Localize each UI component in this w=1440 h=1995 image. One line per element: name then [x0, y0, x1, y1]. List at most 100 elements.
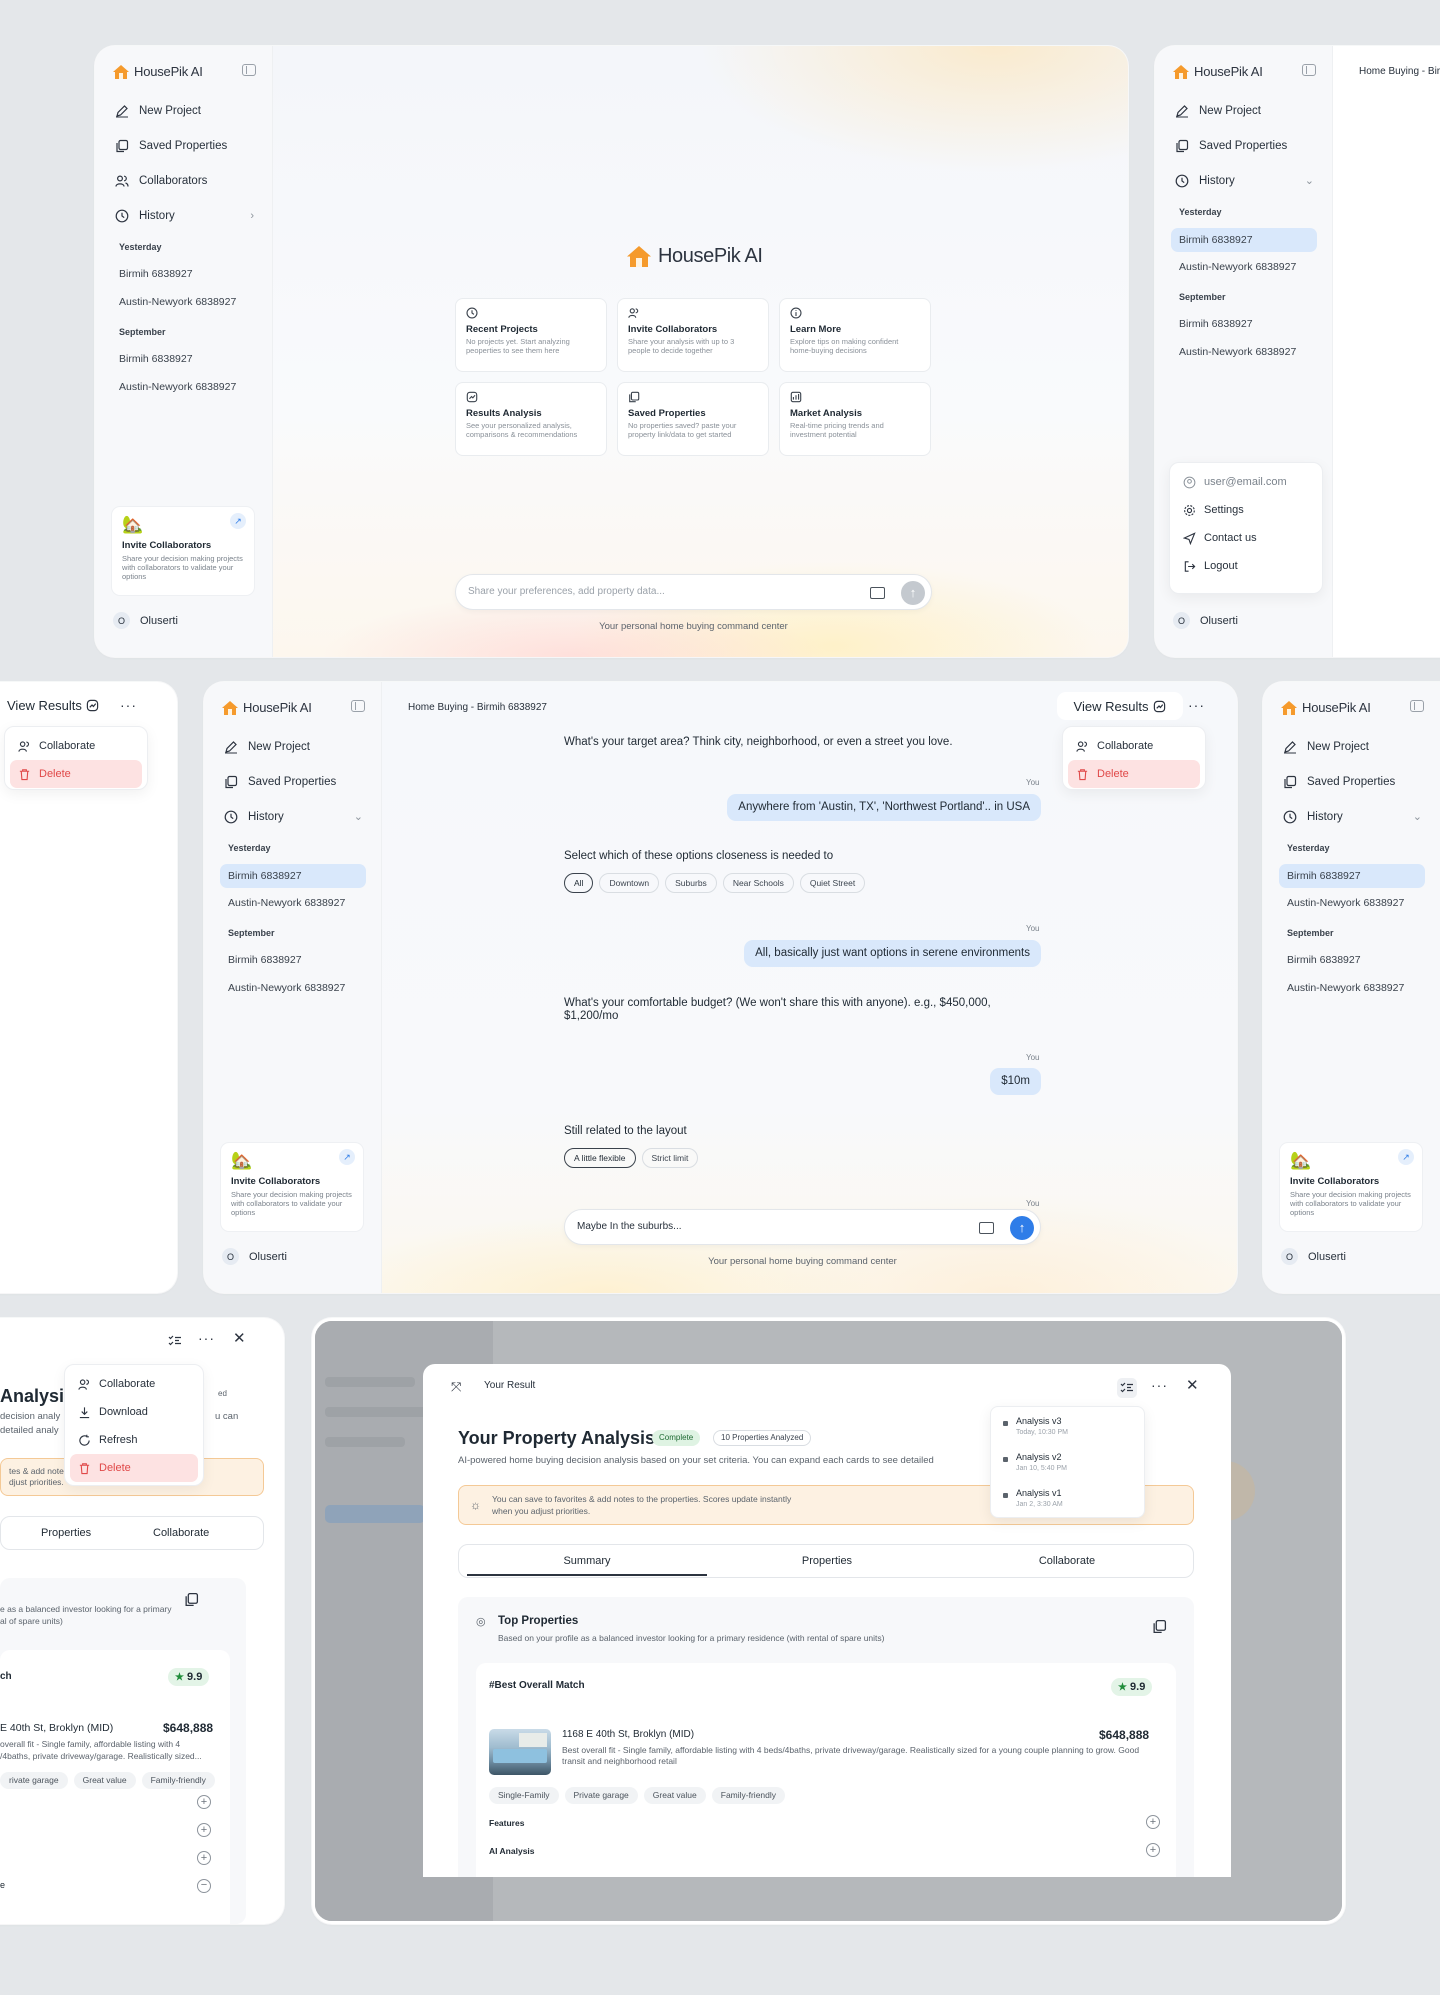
tab-properties[interactable]: Properties — [707, 1555, 947, 1567]
tab-collaborate[interactable]: Collaborate — [153, 1527, 209, 1539]
brand[interactable]: HousePik AI — [113, 64, 203, 79]
results-analysis-card[interactable]: Results Analysis See your personalized an… — [455, 382, 607, 456]
refresh-menu-item[interactable]: Refresh — [70, 1426, 198, 1454]
saved-properties-button[interactable]: Saved Properties — [1175, 139, 1287, 153]
history-toggle[interactable]: History — [1175, 174, 1235, 188]
history-toggle[interactable]: History — [224, 810, 284, 824]
settings-menu-item[interactable]: Settings — [1175, 496, 1317, 524]
new-project-button[interactable]: New Project — [224, 740, 310, 754]
invite-collaborators-card[interactable]: 🏡 ↗ Invite Collaborators Share your deci… — [220, 1142, 364, 1232]
invite-collaborators-card[interactable]: 🏡 ↗ Invite Collaborators Share your deci… — [111, 506, 255, 596]
collapse-icon[interactable]: − — [197, 1879, 211, 1893]
tab-properties[interactable]: Properties — [41, 1527, 91, 1539]
history-item[interactable]: Austin-Newyork 6838927 — [119, 296, 236, 308]
history-item-active[interactable]: Birmih 6838927 — [1279, 864, 1425, 888]
brand[interactable]: HousePik AI — [1281, 700, 1371, 715]
collaborate-menu-item[interactable]: Collaborate — [70, 1370, 198, 1398]
arrow-up-right-icon[interactable]: ↗ — [339, 1149, 355, 1165]
expand-icon[interactable]: + — [197, 1823, 211, 1837]
more-options-icon[interactable]: ··· — [120, 697, 137, 713]
chevron-down-icon[interactable]: ⌄ — [1305, 174, 1314, 187]
history-item[interactable]: Birmih 6838927 — [228, 954, 302, 966]
user-profile[interactable]: O Oluserti — [113, 612, 178, 629]
brand[interactable]: HousePik AI — [1173, 64, 1263, 79]
history-item[interactable]: Birmih 6838927 — [119, 353, 193, 365]
history-item[interactable]: Austin-Newyork 6838927 — [228, 982, 345, 994]
collapse-arrows-icon[interactable]: ⤧ — [451, 1379, 461, 1395]
option-chip[interactable]: Near Schools — [722, 873, 794, 893]
history-item-active[interactable]: Birmih 6838927 — [220, 864, 366, 888]
logout-menu-item[interactable]: Logout — [1175, 552, 1317, 580]
new-project-button[interactable]: New Project — [115, 104, 201, 118]
history-item[interactable]: Birmih 6838927 — [1287, 954, 1361, 966]
history-item[interactable]: Austin-Newyork 6838927 — [228, 897, 345, 909]
option-chip[interactable]: Strict limit — [641, 1148, 699, 1168]
history-item[interactable]: Austin-Newyork 6838927 — [1287, 897, 1404, 909]
option-chip[interactable]: Suburbs — [665, 873, 717, 893]
option-chip[interactable]: A little flexible — [564, 1148, 636, 1168]
image-upload-icon[interactable] — [979, 1222, 994, 1234]
copy-icon[interactable] — [184, 1592, 199, 1607]
invite-collaborators-card[interactable]: Invite Collaborators Share your analysis … — [617, 298, 769, 372]
collapse-sidebar-icon[interactable] — [242, 64, 256, 76]
option-chip[interactable]: All — [564, 873, 594, 893]
history-toggle[interactable]: History — [115, 209, 175, 223]
option-chip[interactable]: Downtown — [599, 873, 660, 893]
version-item[interactable]: Analysis v3 Today, 10:30 PM — [1003, 1413, 1132, 1449]
collapse-sidebar-icon[interactable] — [1410, 700, 1424, 712]
view-results-button[interactable]: View Results — [1057, 692, 1183, 720]
learn-more-card[interactable]: Learn More Explore tips on making confide… — [779, 298, 931, 372]
collaborate-menu-item[interactable]: Collaborate — [1068, 732, 1200, 760]
more-options-icon[interactable]: ··· — [198, 1330, 215, 1346]
version-item[interactable]: Analysis v2 Jan 10, 5:40 PM — [1003, 1449, 1132, 1485]
history-item[interactable]: Birmih 6838927 — [119, 268, 193, 280]
send-button[interactable]: ↑ — [1010, 1216, 1034, 1240]
expand-icon[interactable]: + — [197, 1795, 211, 1809]
close-icon[interactable]: ✕ — [1186, 1376, 1199, 1394]
history-toggle[interactable]: History — [1283, 810, 1343, 824]
saved-properties-button[interactable]: Saved Properties — [224, 775, 336, 789]
collapse-sidebar-icon[interactable] — [1302, 64, 1316, 76]
view-results-button[interactable]: View Results — [7, 698, 99, 713]
contact-menu-item[interactable]: Contact us — [1175, 524, 1317, 552]
chevron-right-icon[interactable]: › — [250, 210, 254, 222]
chat-input[interactable]: Maybe In the suburbs... ↑ — [564, 1209, 1041, 1245]
delete-menu-item[interactable]: Delete — [70, 1454, 198, 1482]
more-options-icon[interactable]: ··· — [1151, 1377, 1168, 1393]
tab-summary[interactable]: Summary — [467, 1555, 707, 1567]
collaborators-button[interactable]: Collaborators — [115, 174, 207, 188]
market-analysis-card[interactable]: Market Analysis Real-time pricing trends … — [779, 382, 931, 456]
recent-projects-card[interactable]: Recent Projects No projects yet. Start an… — [455, 298, 607, 372]
arrow-up-right-icon[interactable]: ↗ — [230, 513, 246, 529]
property-photo[interactable] — [489, 1729, 551, 1775]
chevron-down-icon[interactable]: ⌄ — [1413, 810, 1422, 823]
download-menu-item[interactable]: Download — [70, 1398, 198, 1426]
expand-icon[interactable]: + — [197, 1851, 211, 1865]
history-item[interactable]: Birmih 6838927 — [1179, 318, 1253, 330]
more-options-icon[interactable]: ··· — [1188, 697, 1205, 713]
expand-icon[interactable]: + — [1146, 1815, 1160, 1829]
collaborate-menu-item[interactable]: Collaborate — [10, 732, 142, 760]
user-profile[interactable]: O Oluserti — [1173, 612, 1238, 629]
collapse-sidebar-icon[interactable] — [351, 700, 365, 712]
user-profile[interactable]: O Oluserti — [222, 1248, 287, 1265]
user-profile[interactable]: O Oluserti — [1281, 1248, 1346, 1265]
chevron-down-icon[interactable]: ⌄ — [354, 810, 363, 823]
history-item[interactable]: Austin-Newyork 6838927 — [119, 381, 236, 393]
arrow-up-right-icon[interactable]: ↗ — [1398, 1149, 1414, 1165]
expand-icon[interactable]: + — [1146, 1843, 1160, 1857]
saved-properties-button[interactable]: Saved Properties — [115, 139, 227, 153]
versions-icon[interactable] — [168, 1335, 182, 1347]
option-chip[interactable]: Quiet Street — [799, 873, 866, 893]
brand[interactable]: HousePik AI — [222, 700, 312, 715]
saved-properties-button[interactable]: Saved Properties — [1283, 775, 1395, 789]
prompt-input[interactable]: Share your preferences, add property dat… — [455, 574, 932, 610]
new-project-button[interactable]: New Project — [1175, 104, 1261, 118]
history-item[interactable]: Austin-Newyork 6838927 — [1179, 261, 1296, 273]
delete-menu-item[interactable]: Delete — [10, 760, 142, 788]
history-item-active[interactable]: Birmih 6838927 — [1171, 228, 1317, 252]
copy-icon[interactable] — [1152, 1619, 1167, 1634]
saved-properties-card[interactable]: Saved Properties No properties saved? pas… — [617, 382, 769, 456]
history-item[interactable]: Austin-Newyork 6838927 — [1179, 346, 1296, 358]
close-icon[interactable]: ✕ — [233, 1329, 246, 1347]
